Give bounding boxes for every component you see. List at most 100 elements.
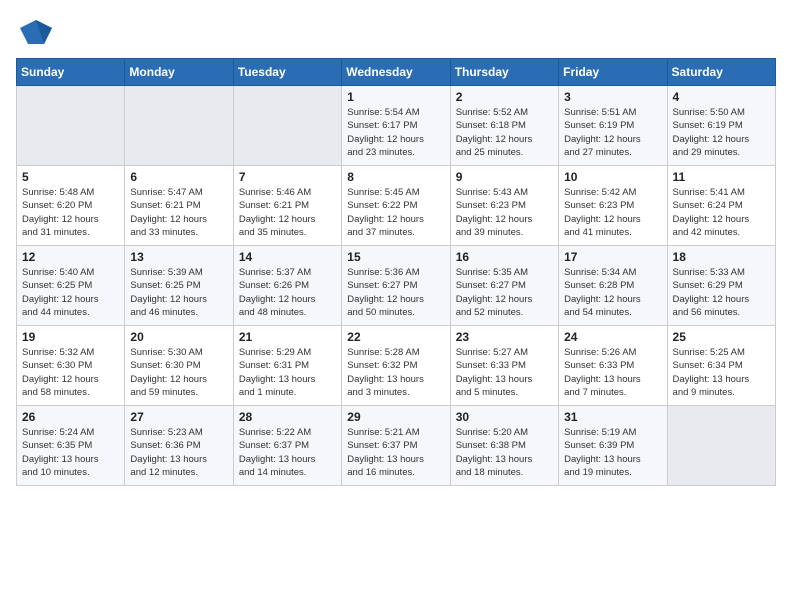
day-detail: Sunrise: 5:47 AMSunset: 6:21 PMDaylight:… — [130, 186, 227, 239]
day-detail: Sunrise: 5:37 AMSunset: 6:26 PMDaylight:… — [239, 266, 336, 319]
calendar-cell: 14 Sunrise: 5:37 AMSunset: 6:26 PMDayligh… — [233, 246, 341, 326]
day-detail: Sunrise: 5:35 AMSunset: 6:27 PMDaylight:… — [456, 266, 553, 319]
day-number: 6 — [130, 170, 227, 184]
calendar-cell: 13 Sunrise: 5:39 AMSunset: 6:25 PMDayligh… — [125, 246, 233, 326]
day-number: 5 — [22, 170, 119, 184]
calendar-cell: 22 Sunrise: 5:28 AMSunset: 6:32 PMDayligh… — [342, 326, 450, 406]
calendar-cell: 29 Sunrise: 5:21 AMSunset: 6:37 PMDayligh… — [342, 406, 450, 486]
day-number: 21 — [239, 330, 336, 344]
calendar-cell: 17 Sunrise: 5:34 AMSunset: 6:28 PMDayligh… — [559, 246, 667, 326]
calendar-cell: 30 Sunrise: 5:20 AMSunset: 6:38 PMDayligh… — [450, 406, 558, 486]
calendar-cell — [17, 86, 125, 166]
day-number: 22 — [347, 330, 444, 344]
day-detail: Sunrise: 5:22 AMSunset: 6:37 PMDaylight:… — [239, 426, 336, 479]
calendar-cell: 23 Sunrise: 5:27 AMSunset: 6:33 PMDayligh… — [450, 326, 558, 406]
calendar-cell: 31 Sunrise: 5:19 AMSunset: 6:39 PMDayligh… — [559, 406, 667, 486]
day-detail: Sunrise: 5:42 AMSunset: 6:23 PMDaylight:… — [564, 186, 661, 239]
day-number: 24 — [564, 330, 661, 344]
logo — [16, 16, 52, 48]
calendar-cell: 19Sunrise: 5:32 AMSunset: 6:30 PMDayligh… — [17, 326, 125, 406]
calendar-cell: 8 Sunrise: 5:45 AMSunset: 6:22 PMDaylight… — [342, 166, 450, 246]
calendar-cell: 12 Sunrise: 5:40 AMSunset: 6:25 PMDayligh… — [17, 246, 125, 326]
calendar-cell: 25 Sunrise: 5:25 AMSunset: 6:34 PMDayligh… — [667, 326, 775, 406]
calendar-cell: 21 Sunrise: 5:29 AMSunset: 6:31 PMDayligh… — [233, 326, 341, 406]
day-detail: Sunrise: 5:21 AMSunset: 6:37 PMDaylight:… — [347, 426, 444, 479]
day-detail: Sunrise: 5:30 AMSunset: 6:30 PMDaylight:… — [130, 346, 227, 399]
day-number: 4 — [673, 90, 770, 104]
calendar-cell: 28Sunrise: 5:22 AMSunset: 6:37 PMDayligh… — [233, 406, 341, 486]
day-number: 10 — [564, 170, 661, 184]
col-header-saturday: Saturday — [667, 59, 775, 86]
day-detail: Sunrise: 5:48 AMSunset: 6:20 PMDaylight:… — [22, 186, 119, 239]
calendar-cell: 24 Sunrise: 5:26 AMSunset: 6:33 PMDayligh… — [559, 326, 667, 406]
calendar-cell — [667, 406, 775, 486]
day-number: 14 — [239, 250, 336, 264]
calendar-cell: 18Sunrise: 5:33 AMSunset: 6:29 PMDayligh… — [667, 246, 775, 326]
day-number: 27 — [130, 410, 227, 424]
day-detail: Sunrise: 5:34 AMSunset: 6:28 PMDaylight:… — [564, 266, 661, 319]
day-detail: Sunrise: 5:28 AMSunset: 6:32 PMDaylight:… — [347, 346, 444, 399]
calendar-cell: 4 Sunrise: 5:50 AMSunset: 6:19 PMDaylight… — [667, 86, 775, 166]
day-number: 30 — [456, 410, 553, 424]
calendar-cell: 16Sunrise: 5:35 AMSunset: 6:27 PMDayligh… — [450, 246, 558, 326]
day-detail: Sunrise: 5:39 AMSunset: 6:25 PMDaylight:… — [130, 266, 227, 319]
day-detail: Sunrise: 5:43 AMSunset: 6:23 PMDaylight:… — [456, 186, 553, 239]
logo-icon — [20, 16, 52, 48]
calendar-cell: 6 Sunrise: 5:47 AMSunset: 6:21 PMDaylight… — [125, 166, 233, 246]
day-number: 29 — [347, 410, 444, 424]
day-number: 1 — [347, 90, 444, 104]
col-header-tuesday: Tuesday — [233, 59, 341, 86]
day-detail: Sunrise: 5:54 AMSunset: 6:17 PMDaylight:… — [347, 106, 444, 159]
day-detail: Sunrise: 5:29 AMSunset: 6:31 PMDaylight:… — [239, 346, 336, 399]
day-detail: Sunrise: 5:40 AMSunset: 6:25 PMDaylight:… — [22, 266, 119, 319]
calendar-cell: 15 Sunrise: 5:36 AMSunset: 6:27 PMDayligh… — [342, 246, 450, 326]
calendar-cell: 3Sunrise: 5:51 AMSunset: 6:19 PMDaylight… — [559, 86, 667, 166]
day-number: 2 — [456, 90, 553, 104]
day-detail: Sunrise: 5:32 AMSunset: 6:30 PMDaylight:… — [22, 346, 119, 399]
day-number: 11 — [673, 170, 770, 184]
day-detail: Sunrise: 5:36 AMSunset: 6:27 PMDaylight:… — [347, 266, 444, 319]
calendar-cell: 10 Sunrise: 5:42 AMSunset: 6:23 PMDayligh… — [559, 166, 667, 246]
day-detail: Sunrise: 5:52 AMSunset: 6:18 PMDaylight:… — [456, 106, 553, 159]
page-header — [16, 16, 776, 48]
day-detail: Sunrise: 5:46 AMSunset: 6:21 PMDaylight:… — [239, 186, 336, 239]
calendar-cell: 2 Sunrise: 5:52 AMSunset: 6:18 PMDaylight… — [450, 86, 558, 166]
calendar-cell: 9 Sunrise: 5:43 AMSunset: 6:23 PMDaylight… — [450, 166, 558, 246]
calendar-cell: 7 Sunrise: 5:46 AMSunset: 6:21 PMDaylight… — [233, 166, 341, 246]
day-number: 20 — [130, 330, 227, 344]
day-number: 13 — [130, 250, 227, 264]
day-number: 15 — [347, 250, 444, 264]
day-detail: Sunrise: 5:26 AMSunset: 6:33 PMDaylight:… — [564, 346, 661, 399]
day-detail: Sunrise: 5:25 AMSunset: 6:34 PMDaylight:… — [673, 346, 770, 399]
day-detail: Sunrise: 5:50 AMSunset: 6:19 PMDaylight:… — [673, 106, 770, 159]
day-number: 9 — [456, 170, 553, 184]
calendar-table: SundayMondayTuesdayWednesdayThursdayFrid… — [16, 58, 776, 486]
col-header-sunday: Sunday — [17, 59, 125, 86]
calendar-cell — [125, 86, 233, 166]
col-header-friday: Friday — [559, 59, 667, 86]
day-number: 17 — [564, 250, 661, 264]
col-header-thursday: Thursday — [450, 59, 558, 86]
col-header-monday: Monday — [125, 59, 233, 86]
day-detail: Sunrise: 5:41 AMSunset: 6:24 PMDaylight:… — [673, 186, 770, 239]
calendar-cell: 27Sunrise: 5:23 AMSunset: 6:36 PMDayligh… — [125, 406, 233, 486]
day-number: 12 — [22, 250, 119, 264]
day-number: 26 — [22, 410, 119, 424]
calendar-cell: 26 Sunrise: 5:24 AMSunset: 6:35 PMDayligh… — [17, 406, 125, 486]
day-detail: Sunrise: 5:27 AMSunset: 6:33 PMDaylight:… — [456, 346, 553, 399]
day-detail: Sunrise: 5:45 AMSunset: 6:22 PMDaylight:… — [347, 186, 444, 239]
day-number: 23 — [456, 330, 553, 344]
calendar-cell: 1 Sunrise: 5:54 AMSunset: 6:17 PMDaylight… — [342, 86, 450, 166]
day-detail: Sunrise: 5:20 AMSunset: 6:38 PMDaylight:… — [456, 426, 553, 479]
day-number: 3 — [564, 90, 661, 104]
col-header-wednesday: Wednesday — [342, 59, 450, 86]
day-detail: Sunrise: 5:24 AMSunset: 6:35 PMDaylight:… — [22, 426, 119, 479]
day-number: 8 — [347, 170, 444, 184]
day-number: 25 — [673, 330, 770, 344]
calendar-cell: 5 Sunrise: 5:48 AMSunset: 6:20 PMDaylight… — [17, 166, 125, 246]
day-number: 7 — [239, 170, 336, 184]
calendar-cell: 20 Sunrise: 5:30 AMSunset: 6:30 PMDayligh… — [125, 326, 233, 406]
calendar-cell: 11 Sunrise: 5:41 AMSunset: 6:24 PMDayligh… — [667, 166, 775, 246]
day-number: 31 — [564, 410, 661, 424]
day-detail: Sunrise: 5:19 AMSunset: 6:39 PMDaylight:… — [564, 426, 661, 479]
